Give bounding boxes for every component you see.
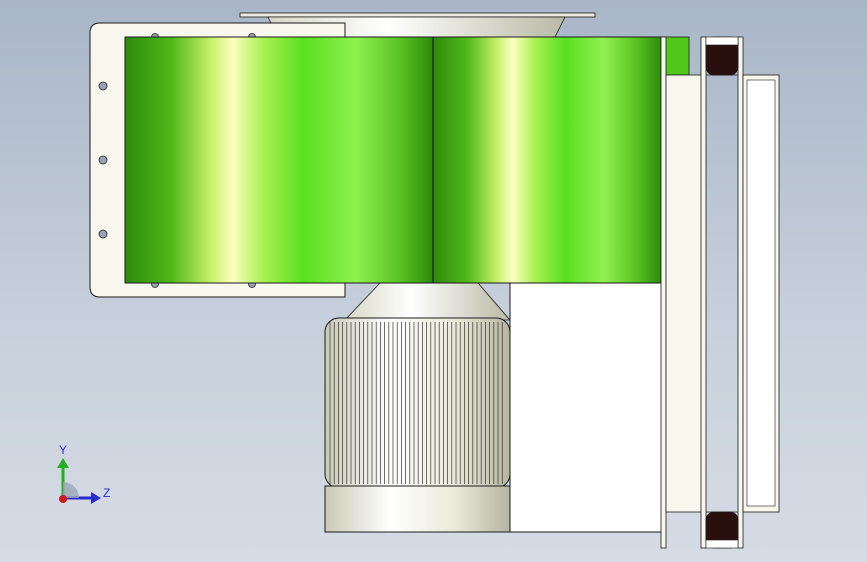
coordinate-triad-icon — [57, 458, 101, 504]
fan-housing — [124, 36, 662, 284]
y-axis-label: Y — [59, 443, 68, 457]
drive-pulley-top — [705, 36, 739, 76]
drive-pulley-bottom — [705, 511, 739, 549]
graphics-viewport[interactable]: Y Z — [0, 0, 867, 562]
bolt-hole — [98, 155, 108, 165]
bolt-hole — [98, 229, 108, 239]
bolt-hole — [98, 81, 108, 91]
cad-model-view[interactable] — [0, 0, 867, 562]
x-axis-dot-icon — [59, 495, 67, 503]
motor-end-cap — [324, 485, 511, 533]
support-panel — [509, 282, 663, 533]
outlet-frame — [660, 36, 780, 549]
y-axis-arrow-icon — [57, 458, 69, 468]
motor-cone-adapter — [344, 282, 511, 321]
z-axis-arrow-icon — [91, 492, 101, 504]
motor-body — [324, 317, 511, 533]
z-axis-label: Z — [103, 486, 111, 500]
